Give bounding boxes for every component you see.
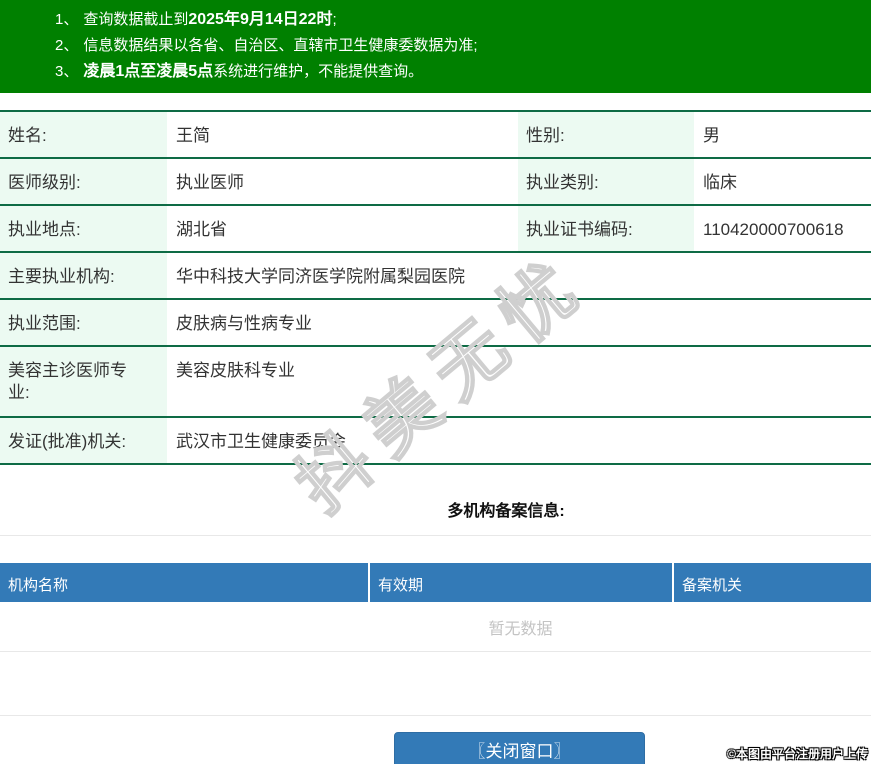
table-row: 美容主诊医师专业: 美容皮肤科专业 bbox=[0, 347, 871, 418]
table-row: 医师级别: 执业医师 执业类别: 临床 bbox=[0, 159, 871, 206]
close-window-button[interactable]: 〖关闭窗口〗 bbox=[394, 732, 645, 764]
field-value-issuing-authority: 武汉市卫生健康委员会 bbox=[176, 432, 346, 451]
field-value-practice-scope: 皮肤病与性病专业 bbox=[176, 314, 312, 333]
field-value-name: 王简 bbox=[176, 126, 210, 145]
corner-watermark: ©本图由平台注册用户上传 bbox=[727, 747, 868, 761]
notice-line-2: 2、 信息数据结果以各省、自治区、直辖市卫生健康委数据为准; bbox=[55, 33, 861, 59]
notice-line-1: 1、 查询数据截止到2025年9月14日22时; bbox=[55, 7, 861, 33]
field-label-practice-location: 执业地点: bbox=[0, 206, 167, 251]
field-label-certificate-number: 执业证书编码: bbox=[518, 206, 694, 251]
empty-data-text: 暂无数据 bbox=[488, 621, 553, 638]
field-label-gender: 性别: bbox=[518, 112, 694, 157]
column-header-filing-authority: 备案机关 bbox=[674, 563, 871, 602]
notice-text: ; bbox=[332, 11, 337, 28]
field-value-cosmetic-specialty: 美容皮肤科专业 bbox=[176, 361, 295, 380]
table-row: 主要执业机构: 华中科技大学同济医学院附属梨园医院 bbox=[0, 253, 871, 300]
field-label-doctor-level: 医师级别: bbox=[0, 159, 167, 204]
field-label-cosmetic-specialty: 美容主诊医师专业: bbox=[0, 347, 167, 416]
divider bbox=[0, 715, 871, 716]
column-header-institution-name: 机构名称 bbox=[0, 563, 368, 602]
notice-text-bold: 凌晨1点至凌晨5点 bbox=[83, 63, 214, 80]
table-row: 姓名: 王简 性别: 男 bbox=[0, 112, 871, 159]
field-label-name: 姓名: bbox=[0, 112, 167, 157]
table-row: 执业范围: 皮肤病与性病专业 bbox=[0, 300, 871, 347]
notice-number: 2、 bbox=[55, 37, 79, 54]
notice-text: 查询数据截止到 bbox=[83, 11, 189, 28]
notice-text-bold: 2025年9月14日22时 bbox=[188, 11, 333, 28]
notice-text: 信息数据结果以各省、自治区、直辖市卫生健康委数据为准; bbox=[83, 37, 478, 54]
field-label-main-institution: 主要执业机构: bbox=[0, 253, 167, 298]
field-value-gender: 男 bbox=[703, 126, 720, 145]
filing-table-empty-row: 暂无数据 bbox=[0, 602, 871, 652]
field-value-practice-location: 湖北省 bbox=[176, 220, 227, 239]
field-label-practice-scope: 执业范围: bbox=[0, 300, 167, 345]
doctor-info-table: 姓名: 王简 性别: 男 医师级别: 执业医师 执业类别: 临床 执业地点: 湖… bbox=[0, 110, 871, 465]
field-label-issuing-authority: 发证(批准)机关: bbox=[0, 418, 167, 463]
notice-line-3: 3、 凌晨1点至凌晨5点系统进行维护，不能提供查询。 bbox=[55, 59, 861, 85]
field-label-practice-category: 执业类别: bbox=[518, 159, 694, 204]
filing-section-title: 多机构备案信息: bbox=[447, 503, 565, 520]
notice-number: 3、 bbox=[55, 63, 79, 80]
field-value-doctor-level: 执业医师 bbox=[176, 173, 244, 192]
field-value-practice-category: 临床 bbox=[703, 173, 737, 192]
filing-table-header: 机构名称 有效期 备案机关 bbox=[0, 563, 871, 602]
notice-number: 1、 bbox=[55, 11, 79, 28]
table-row: 发证(批准)机关: 武汉市卫生健康委员会 bbox=[0, 418, 871, 465]
notice-banner: 1、 查询数据截止到2025年9月14日22时; 2、 信息数据结果以各省、自治区、… bbox=[0, 0, 871, 93]
column-header-validity-period: 有效期 bbox=[370, 563, 672, 602]
table-row: 执业地点: 湖北省 执业证书编码: 110420000700618 bbox=[0, 206, 871, 253]
notice-text: 系统进行维护，不能提供查询。 bbox=[213, 63, 424, 80]
field-value-certificate-number: 110420000700618 bbox=[703, 220, 844, 239]
divider bbox=[0, 535, 871, 536]
field-value-main-institution: 华中科技大学同济医学院附属梨园医院 bbox=[176, 267, 465, 286]
doctor-license-query-result-page: 1、 查询数据截止到2025年9月14日22时; 2、 信息数据结果以各省、自治区、… bbox=[0, 0, 871, 764]
